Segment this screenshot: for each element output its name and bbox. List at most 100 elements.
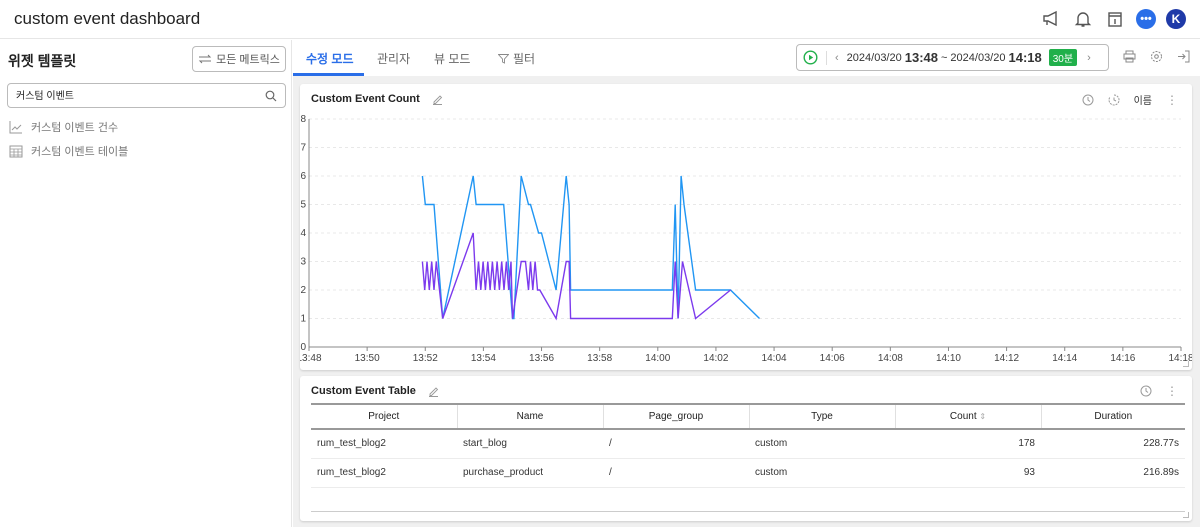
table-row[interactable]: rum_test_blog2 start_blog / custom 178 2… [311,429,1185,459]
table-icon [9,145,23,158]
x-tick-label: 13:54 [471,353,496,364]
all-metrics-button[interactable]: 모든 메트릭스 [192,46,286,72]
x-tick-label: 13:56 [529,353,554,364]
x-tick-label: 14:16 [1110,353,1135,364]
sidebar-item-label: 커스텀 이벤트 건수 [31,122,119,134]
exit-icon[interactable] [1177,50,1190,63]
cell-name: start_blog [457,429,603,459]
play-icon[interactable] [803,50,818,65]
table-scroll-bottom [311,511,1185,512]
clock-icon[interactable] [1140,385,1152,397]
cell-project: rum_test_blog2 [311,429,457,459]
tab-admin[interactable]: 관리자 [377,50,410,67]
column-header-page-group[interactable]: Page_group [603,403,750,430]
more-options-icon[interactable]: ⋮ [1166,384,1178,398]
custom-event-count-widget: Custom Event Count 이름 ⋮ 01234567813:4813… [300,84,1192,370]
end-date: 2024/03/20 [950,51,1006,64]
table-header-row: Project Name Page_group Type Count ⇕ Dur… [311,403,1185,430]
template-search-input[interactable] [16,89,256,100]
cell-page-group: / [603,429,749,459]
cell-page-group: / [603,458,749,488]
y-tick-label: 1 [300,314,306,325]
y-tick-label: 3 [300,257,306,268]
time-range-picker: ‹ 2024/03/20 13:48 ~ 2024/03/20 14:18 30… [796,44,1109,71]
megaphone-icon[interactable] [1040,8,1062,30]
column-header-name[interactable]: Name [457,403,604,430]
duration-badge[interactable]: 30분 [1048,49,1078,66]
swap-icon [198,54,212,64]
filter-icon [498,53,509,64]
start-time: 13:48 [904,50,938,65]
cell-duration: 216.89s [1041,458,1185,488]
prev-range-icon[interactable]: ‹ [835,52,839,64]
cell-type: custom [749,458,895,488]
start-date: 2024/03/20 [846,51,902,64]
y-tick-label: 0 [300,342,306,353]
cell-duration: 228.77s [1041,429,1185,459]
docs-icon[interactable] [1104,8,1126,30]
x-tick-label: 14:10 [936,353,961,364]
x-tick-label: 14:12 [994,353,1019,364]
y-tick-label: 6 [300,171,306,182]
x-tick-label: 14:08 [878,353,903,364]
series-line-start_blog [421,175,760,320]
line-chart-icon [9,121,22,134]
line-chart: 0 1 2 3 4 5 6 7 8 13:48 13:50 13:52 13:54 13:56 13:58 1… [300,114,1192,364]
x-tick-label: 13:58 [587,353,612,364]
print-icon[interactable] [1123,50,1136,63]
sidebar-item-label: 커스텀 이벤트 테이블 [31,146,129,158]
sidebar-item-custom-event-count[interactable]: 커스텀 이벤트 건수 [9,118,118,136]
settings-icon[interactable] [1150,50,1163,63]
column-header-project[interactable]: Project [311,403,458,430]
range-separator: ~ [940,51,948,64]
cell-count: 93 [895,458,1041,488]
tab-edit-mode[interactable]: 수정 모드 [306,50,354,67]
top-bar: custom event dashboard ••• K [0,0,1200,39]
resize-handle[interactable] [1183,361,1189,367]
filter-label: 필터 [513,52,536,66]
divider [826,50,827,65]
table-row[interactable]: rum_test_blog2 purchase_product / custom… [311,458,1185,488]
tab-filter[interactable]: 필터 [498,50,535,67]
y-tick-label: 7 [300,143,306,154]
y-tick-label: 2 [300,285,306,296]
tab-view-mode[interactable]: 뷰 모드 [434,50,470,67]
search-icon[interactable] [265,89,277,107]
series-line-purchase_product [421,232,731,321]
cell-count: 178 [895,429,1041,459]
template-search-box[interactable] [7,83,286,108]
avatar[interactable]: K [1166,9,1186,29]
bell-icon[interactable] [1072,8,1094,30]
x-tick-label: 13:50 [355,353,380,364]
chat-icon[interactable]: ••• [1136,9,1156,29]
x-tick-label: 14:14 [1052,353,1077,364]
column-header-type[interactable]: Type [749,403,896,430]
dashboard-title: custom event dashboard [14,9,201,28]
column-header-duration[interactable]: Duration [1041,403,1185,430]
widget-title: Custom Event Table [311,385,416,397]
custom-event-table-widget: Custom Event Table ⋮ Project Name Page_g… [300,376,1192,521]
y-tick-label: 5 [300,200,306,211]
all-metrics-label: 모든 메트릭스 [216,54,280,66]
x-tick-label: 13:48 [300,353,322,364]
sidebar-item-custom-event-table[interactable]: 커스텀 이벤트 테이블 [9,142,128,160]
resize-handle[interactable] [1183,512,1189,518]
active-tab-indicator [293,73,364,76]
x-tick-label: 14:04 [762,353,787,364]
column-header-count-label: Count [949,411,977,422]
widget-template-sidebar: 위젯 템플릿 모든 메트릭스 커스텀 이벤트 건수 커스텀 이벤트 테이블 [0,40,292,527]
edit-title-icon[interactable] [428,386,439,397]
y-tick-label: 4 [300,228,306,239]
y-tick-label: 8 [300,114,306,125]
sort-icon[interactable]: ⇕ [979,412,986,421]
column-header-count[interactable]: Count ⇕ [895,403,1042,430]
x-tick-label: 14:02 [703,353,728,364]
cell-name: purchase_product [457,458,603,488]
next-range-icon[interactable]: › [1087,52,1091,64]
end-time: 14:18 [1008,50,1042,65]
event-table: Project Name Page_group Type Count ⇕ Dur… [311,403,1185,488]
x-tick-label: 14:06 [820,353,845,364]
x-tick-label: 13:52 [413,353,438,364]
cell-type: custom [749,429,895,459]
dashboard-main: 수정 모드 관리자 뷰 모드 필터 ‹ 2024/03/20 13:48 ~ 2… [293,40,1200,527]
